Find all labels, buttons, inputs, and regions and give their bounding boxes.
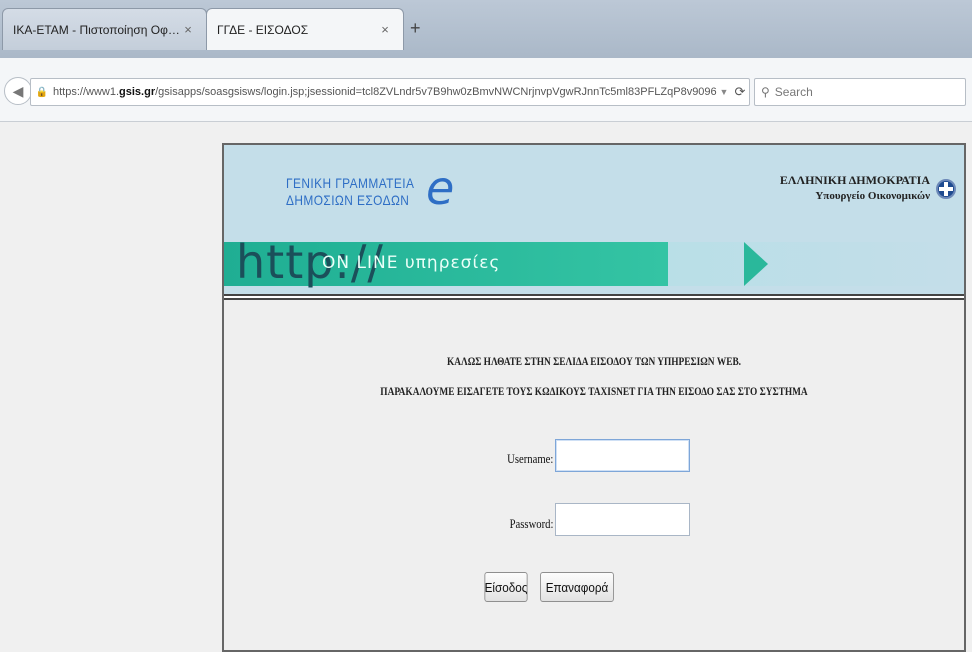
search-input[interactable]: ⚲ Search <box>754 78 966 106</box>
reset-button[interactable]: Επαναφορά <box>540 572 614 602</box>
hellenic-republic-title: ΕΛΛΗΝΙΚΗ ΔΗΜΟΚΡΑΤΙΑ Υπουργείο Οικονομικώ… <box>779 173 930 202</box>
site-header: ΓΕΝΙΚΗ ΓΡΑΜΜΑΤΕΙΑ ΔΗΜΟΣΙΩΝ ΕΣΟΔΩΝ e ΕΛΛΗ… <box>224 145 964 294</box>
ggde-logo-text: ΓΕΝΙΚΗ ΓΡΑΜΜΑΤΕΙΑ ΔΗΜΟΣΙΩΝ ΕΣΟΔΩΝ <box>286 175 415 208</box>
close-icon[interactable]: × <box>377 22 393 37</box>
login-form: ΚΑΛΩΣ ΗΛΘΑΤΕ ΣΤΗΝ ΣΕΛΙΔΑ ΕΙΣΟΔΟΥ ΤΩΝ ΥΠΗ… <box>224 300 964 650</box>
url-text: https://www1.gsis.gr/gsisapps/soasgsisws… <box>53 86 717 98</box>
search-placeholder: Search <box>774 85 813 99</box>
password-input[interactable] <box>556 504 689 535</box>
username-input[interactable] <box>556 440 689 471</box>
password-label: Password: <box>509 516 553 531</box>
reload-icon[interactable]: ⟳ <box>731 84 749 100</box>
e-logo-icon: e <box>426 161 455 215</box>
tab-label: ΓΓΔΕ - ΕΙΣΟΔΟΣ <box>217 22 309 37</box>
browser-tab-bar: ΙΚΑ-ΕΤΑΜ - Πιστοποίηση Οφε... × ΓΓΔΕ - Ε… <box>0 0 972 58</box>
instructions-message: ΠΑΡΑΚΑΛΟΥΜΕ ΕΙΣΑΓΕΤΕ ΤΟΥΣ ΚΩΔΙΚΟΥΣ TAXIS… <box>380 384 808 398</box>
lock-icon: 🔒 <box>35 86 49 98</box>
tab-ggde-login[interactable]: ΓΓΔΕ - ΕΙΣΟΔΟΣ × <box>206 8 404 50</box>
password-field[interactable] <box>555 503 690 536</box>
username-field[interactable] <box>555 439 690 472</box>
close-icon[interactable]: × <box>180 22 196 37</box>
username-label: Username: <box>506 451 553 466</box>
tab-ika-etam[interactable]: ΙΚΑ-ΕΤΑΜ - Πιστοποίηση Οφε... × <box>2 8 207 50</box>
new-tab-button[interactable]: + <box>410 18 421 39</box>
login-button[interactable]: Είσοδος <box>484 572 528 602</box>
banner-services-text: ΟΝ LINE υπηρεσίες <box>322 253 501 273</box>
tab-label: ΙΚΑ-ΕΤΑΜ - Πιστοποίηση Οφε... <box>13 22 180 37</box>
greek-crest-icon <box>936 179 956 199</box>
dropdown-arrow-icon[interactable]: ▼ <box>717 87 731 97</box>
search-icon: ⚲ <box>761 85 770 99</box>
welcome-message: ΚΑΛΩΣ ΗΛΘΑΤΕ ΣΤΗΝ ΣΕΛΙΔΑ ΕΙΣΟΔΟΥ ΤΩΝ ΥΠΗ… <box>446 354 742 368</box>
login-page-frame: ΓΕΝΙΚΗ ΓΡΑΜΜΑΤΕΙΑ ΔΗΜΟΣΙΩΝ ΕΣΟΔΩΝ e ΕΛΛΗ… <box>222 143 966 652</box>
address-bar[interactable]: 🔒 https://www1.gsis.gr/gsisapps/soasgsis… <box>30 78 750 106</box>
browser-nav-bar: ◀ 🔒 https://www1.gsis.gr/gsisapps/soasgs… <box>0 58 972 122</box>
banner-arrow-icon <box>744 242 768 286</box>
back-arrow-icon[interactable]: ◀ <box>4 77 32 105</box>
